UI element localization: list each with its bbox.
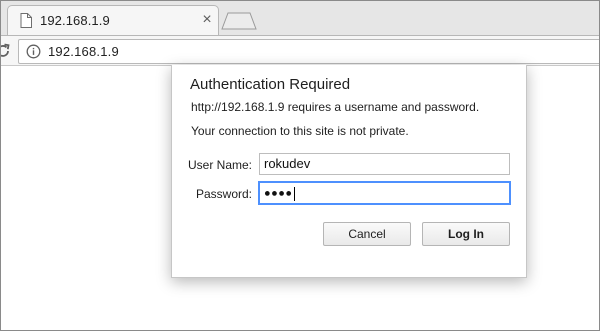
close-icon[interactable]: × [199, 12, 215, 28]
username-label: User Name: [187, 158, 252, 172]
info-icon[interactable] [26, 44, 41, 59]
page-icon [20, 13, 32, 28]
username-field[interactable]: rokudev [259, 153, 510, 175]
login-button[interactable]: Log In [422, 222, 510, 246]
password-mask: ●●●● [264, 187, 293, 200]
password-label: Password: [195, 187, 252, 201]
cancel-button[interactable]: Cancel [323, 222, 411, 246]
tab-active[interactable]: 192.168.1.9 × [7, 5, 219, 36]
address-bar[interactable]: 192.168.1.9 [18, 39, 599, 64]
url-text: 192.168.1.9 [48, 44, 119, 59]
dialog-title: Authentication Required [190, 76, 351, 93]
new-tab-icon[interactable] [221, 12, 257, 30]
dialog-message: http://192.168.1.9 requires a username a… [191, 100, 480, 114]
browser-window: 192.168.1.9 × 192.168.1.9 Authentication… [0, 0, 600, 331]
reload-icon[interactable] [1, 42, 12, 60]
text-cursor [293, 186, 295, 201]
toolbar: 192.168.1.9 [1, 35, 599, 66]
username-value: rokudev [264, 156, 311, 171]
tab-title: 192.168.1.9 [40, 13, 110, 28]
tab-strip: 192.168.1.9 × [1, 1, 599, 36]
dialog-warning: Your connection to this site is not priv… [191, 124, 409, 138]
auth-dialog: Authentication Required http://192.168.1… [171, 65, 527, 278]
password-field[interactable]: ●●●● [259, 182, 510, 204]
